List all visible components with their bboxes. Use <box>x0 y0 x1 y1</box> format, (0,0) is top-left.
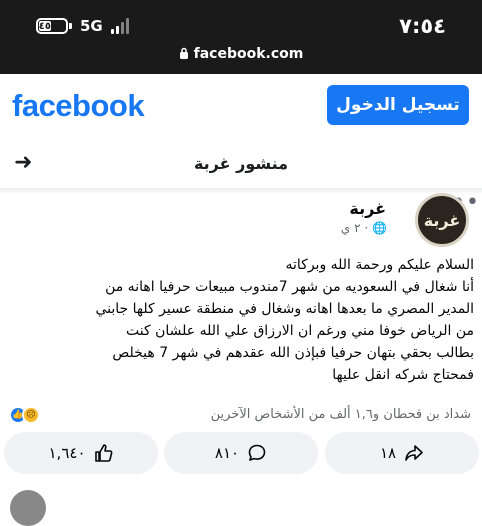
signal-icon <box>110 18 129 34</box>
divider <box>0 188 482 194</box>
post-line: من الرياض خوفا مني ورغم ان الارزاق علي ا… <box>126 323 474 339</box>
next-post-avatar[interactable] <box>10 490 46 526</box>
back-arrow-icon[interactable]: ➜ <box>14 150 32 175</box>
post-time[interactable]: ٢ ي · <box>341 221 372 235</box>
status-indicators: ٤٥ 5G <box>36 17 129 35</box>
reactions-summary[interactable]: شداد بن قحطان و١,٦ ألف من الأشخاص الآخري… <box>211 407 471 422</box>
reactions-row[interactable]: 👍 ☹ شداد بن قحطان و١,٦ ألف من الأشخاص ال… <box>0 402 482 426</box>
battery-icon: ٤٥ <box>36 18 72 34</box>
avatar[interactable]: غربة <box>415 193 469 247</box>
site-header: facebook تسجيل الدخول <box>0 74 482 142</box>
lock-icon <box>179 47 189 63</box>
url-text: facebook.com <box>193 46 304 62</box>
action-bar: ١,٦٤٠ ٨١٠ ١٨ <box>0 432 482 474</box>
reaction-icons: 👍 ☹ <box>9 406 40 424</box>
login-button[interactable]: تسجيل الدخول <box>327 85 469 125</box>
share-count: ١٨ <box>379 444 397 462</box>
post-line: فمحتاج شركه انقل عليها <box>332 367 474 383</box>
like-count: ١,٦٤٠ <box>48 444 86 462</box>
page-header: منشور غربة ➜ <box>0 142 482 189</box>
post-line: بطالب بحقي بتهان حرفيا فبإذن الله عقدهم … <box>112 345 474 361</box>
post-meta: ٢ ي · 🌐 <box>341 221 387 235</box>
comment-count: ٨١٠ <box>214 444 240 462</box>
post-author[interactable]: غربة <box>349 199 386 218</box>
post-line: المدير المصري ما بعدها اهانه وشغال في من… <box>95 301 474 317</box>
share-button[interactable]: ١٨ <box>325 432 479 474</box>
sad-reaction-icon: ☹ <box>22 406 40 424</box>
globe-icon: 🌐 <box>372 221 387 235</box>
network-label: 5G <box>80 17 103 35</box>
clock: ٧:٥٤ <box>399 14 446 38</box>
like-button[interactable]: ١,٦٤٠ <box>4 432 158 474</box>
url-bar[interactable]: facebook.com <box>0 46 482 63</box>
share-icon <box>404 443 424 463</box>
facebook-logo[interactable]: facebook <box>12 88 145 124</box>
status-bar: ٤٥ 5G ٧:٥٤ facebook.com <box>0 0 482 74</box>
post-line: السلام عليكم ورحمة الله وبركاته <box>285 257 474 273</box>
post-line: أنا شغال في السعوديه من شهر 7مندوب مبيعا… <box>105 279 474 295</box>
battery-level: ٤٥ <box>38 20 51 32</box>
comment-icon <box>247 443 267 463</box>
post-body: السلام عليكم ورحمة الله وبركاته أنا شغال… <box>8 254 474 386</box>
comment-button[interactable]: ٨١٠ <box>164 432 318 474</box>
page-title: منشور غربة <box>193 154 289 173</box>
like-icon <box>94 443 114 463</box>
